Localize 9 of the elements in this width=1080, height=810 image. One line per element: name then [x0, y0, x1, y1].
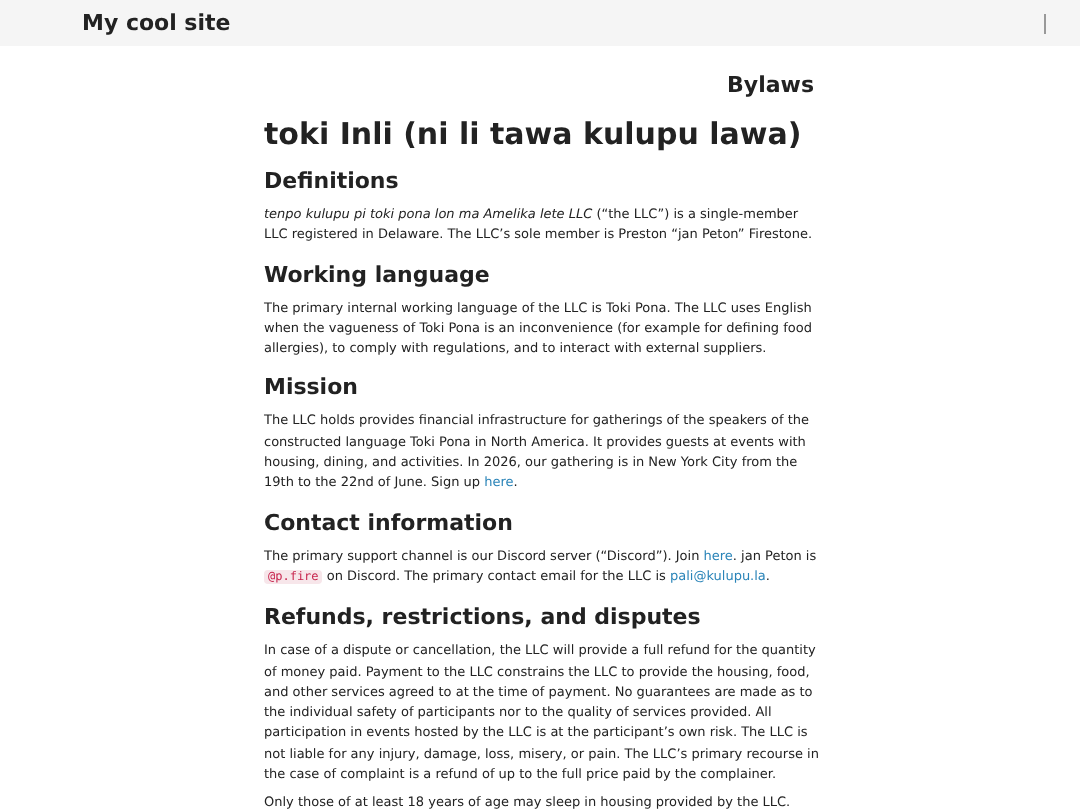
section-heading: Working language [264, 261, 492, 288]
menu-divider-icon [1044, 13, 1046, 33]
site-title[interactable]: My cool site [82, 10, 231, 36]
page-label: Bylaws [725, 72, 814, 98]
section-heading: Refunds, restrictions, and disputes [264, 604, 703, 631]
section-heading: Contact information [264, 509, 515, 536]
page-title: toki Inli (ni li tawa kulupu lawa) [264, 116, 804, 152]
section-heading: Definitions [264, 168, 401, 194]
section-heading: Mission [264, 374, 360, 401]
